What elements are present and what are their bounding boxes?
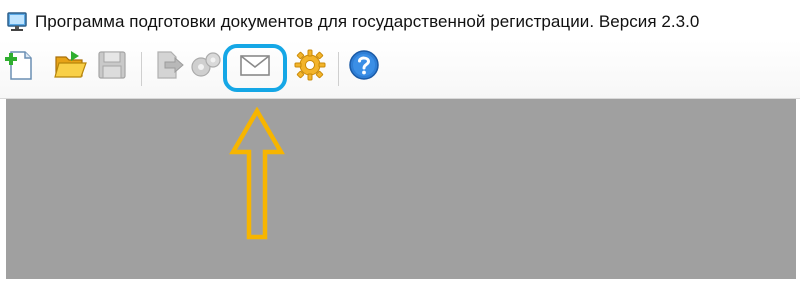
new-document-button[interactable] <box>2 49 38 85</box>
help-button[interactable] <box>346 49 382 85</box>
batch-gears-icon <box>189 48 223 87</box>
app-window: Программа подготовки документов для госу… <box>0 0 800 289</box>
monitor-icon <box>6 11 28 33</box>
toolbar-separator <box>338 52 339 86</box>
up-arrow-annotation <box>229 107 285 240</box>
open-folder-icon <box>53 48 87 87</box>
help-question-icon <box>347 48 381 87</box>
toolbar <box>0 40 800 99</box>
window-title: Программа подготовки документов для госу… <box>35 12 700 31</box>
export-button[interactable] <box>150 49 186 85</box>
toolbar-separator <box>141 52 142 86</box>
workspace-area <box>6 99 796 279</box>
title-bar: Программа подготовки документов для госу… <box>0 0 800 40</box>
export-document-icon <box>151 48 185 87</box>
save-button[interactable] <box>94 49 130 85</box>
settings-button[interactable] <box>292 49 328 85</box>
settings-gear-icon <box>293 48 327 87</box>
save-disk-icon <box>96 49 128 86</box>
envelope-highlight-ring <box>223 44 287 92</box>
new-document-icon <box>3 48 37 87</box>
open-folder-button[interactable] <box>52 49 88 85</box>
batch-button[interactable] <box>188 49 224 85</box>
